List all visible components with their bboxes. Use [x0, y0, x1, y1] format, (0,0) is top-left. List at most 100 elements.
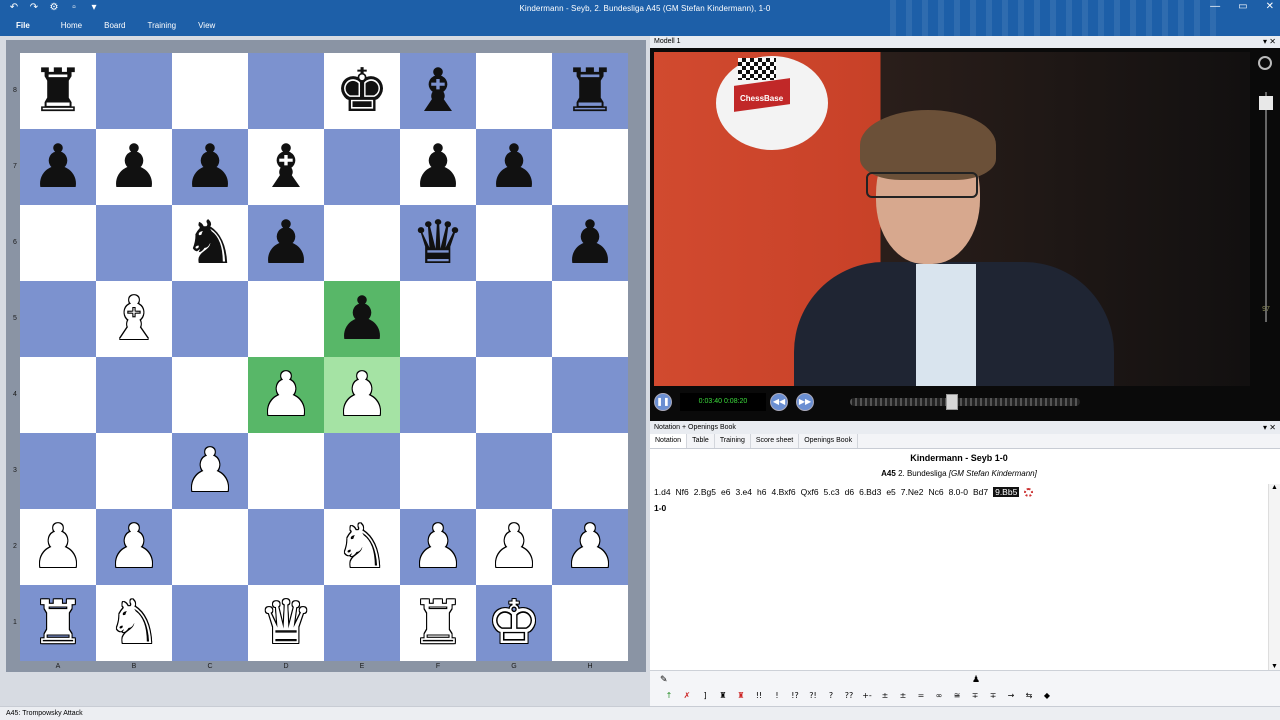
annotation-symbol-button[interactable]: ↑ — [660, 691, 678, 700]
square-e1[interactable] — [324, 585, 400, 661]
square-f6[interactable]: ♛ — [400, 205, 476, 281]
square-g8[interactable] — [476, 53, 552, 129]
annotation-symbol-button[interactable]: ?! — [804, 691, 822, 700]
black-queen-icon[interactable]: ♛ — [400, 205, 476, 281]
move-token[interactable]: 5.c3 — [824, 487, 840, 497]
square-c4[interactable] — [172, 357, 248, 433]
square-f7[interactable]: ♟ — [400, 129, 476, 205]
black-pawn-icon[interactable]: ♟ — [96, 129, 172, 205]
annotation-symbol-button[interactable]: ♜ — [714, 691, 732, 700]
white-knight-icon[interactable]: ♞ — [96, 585, 172, 661]
square-a3[interactable] — [20, 433, 96, 509]
square-a7[interactable]: ♟ — [20, 129, 96, 205]
white-rook-icon[interactable]: ♜ — [20, 585, 96, 661]
tab-notation[interactable]: Notation — [650, 434, 688, 448]
square-f5[interactable] — [400, 281, 476, 357]
notation-panel-controls[interactable]: ▾ ✕ — [1263, 421, 1276, 434]
volume-track[interactable] — [1265, 92, 1267, 322]
black-rook-icon[interactable]: ♜ — [552, 53, 628, 129]
white-pawn-icon[interactable]: ♟ — [400, 509, 476, 585]
square-h6[interactable]: ♟ — [552, 205, 628, 281]
move-token[interactable]: Bd7 — [973, 487, 988, 497]
square-e2[interactable]: ♞ — [324, 509, 400, 585]
black-pawn-icon[interactable]: ♟ — [552, 205, 628, 281]
scroll-down-icon[interactable]: ▼ — [1271, 663, 1278, 670]
annotation-symbol-button[interactable]: = — [912, 691, 930, 700]
white-pawn-icon[interactable]: ♟ — [476, 509, 552, 585]
square-h2[interactable]: ♟ — [552, 509, 628, 585]
square-b6[interactable] — [96, 205, 172, 281]
square-g5[interactable] — [476, 281, 552, 357]
ribbon-tab-training[interactable]: Training — [136, 21, 187, 30]
annotation-symbol-button[interactable]: ∓ — [984, 691, 1002, 700]
move-token[interactable]: 6.Bd3 — [859, 487, 881, 497]
annotation-symbol-button[interactable]: ∞ — [930, 691, 948, 700]
square-g2[interactable]: ♟ — [476, 509, 552, 585]
square-a8[interactable]: ♜ — [20, 53, 96, 129]
square-a6[interactable] — [20, 205, 96, 281]
move-token[interactable]: Qxf6 — [801, 487, 819, 497]
ribbon-tab-home[interactable]: Home — [50, 21, 93, 30]
square-d4[interactable]: ♟ — [248, 357, 324, 433]
square-c6[interactable]: ♞ — [172, 205, 248, 281]
move-token[interactable]: h6 — [757, 487, 766, 497]
move-token[interactable]: e5 — [886, 487, 895, 497]
square-h4[interactable] — [552, 357, 628, 433]
square-e3[interactable] — [324, 433, 400, 509]
square-d3[interactable] — [248, 433, 324, 509]
white-pawn-icon[interactable]: ♟ — [248, 357, 324, 433]
annotation-pawn-icon[interactable]: ♟ — [972, 674, 980, 685]
square-h8[interactable]: ♜ — [552, 53, 628, 129]
speaker-icon[interactable] — [1258, 56, 1272, 70]
square-f4[interactable] — [400, 357, 476, 433]
square-g1[interactable]: ♚ — [476, 585, 552, 661]
annotation-symbol-button[interactable]: ∓ — [966, 691, 984, 700]
move-token[interactable]: 9.Bb5 — [993, 487, 1020, 497]
square-h5[interactable] — [552, 281, 628, 357]
annotation-symbol-button[interactable]: ⇆ — [1020, 691, 1038, 700]
square-a5[interactable] — [20, 281, 96, 357]
square-a2[interactable]: ♟ — [20, 509, 96, 585]
move-token[interactable]: 1.d4 — [654, 487, 671, 497]
square-e4[interactable]: ♟ — [324, 357, 400, 433]
white-pawn-icon[interactable]: ♟ — [172, 433, 248, 509]
square-c5[interactable] — [172, 281, 248, 357]
square-f1[interactable]: ♜ — [400, 585, 476, 661]
move-token[interactable]: d6 — [845, 487, 854, 497]
square-c7[interactable]: ♟ — [172, 129, 248, 205]
move-token[interactable]: 4.Bxf6 — [771, 487, 795, 497]
annotation-symbol-button[interactable]: ± — [894, 691, 912, 700]
square-e6[interactable] — [324, 205, 400, 281]
white-pawn-icon[interactable]: ♟ — [324, 357, 400, 433]
tab-openings-book[interactable]: Openings Book — [799, 434, 859, 448]
move-token[interactable]: 2.Bg5 — [694, 487, 716, 497]
close-button[interactable]: ✕ — [1266, 1, 1274, 12]
move-token[interactable]: 3.e4 — [735, 487, 752, 497]
square-b2[interactable]: ♟ — [96, 509, 172, 585]
square-d1[interactable]: ♛ — [248, 585, 324, 661]
rewind-button[interactable]: ◀◀ — [770, 393, 788, 411]
annotation-symbol-button[interactable]: !! — [750, 691, 768, 700]
ribbon-tab-board[interactable]: Board — [93, 21, 136, 30]
black-pawn-icon[interactable]: ♟ — [400, 129, 476, 205]
square-b5[interactable]: ♝ — [96, 281, 172, 357]
square-d7[interactable]: ♝ — [248, 129, 324, 205]
square-b7[interactable]: ♟ — [96, 129, 172, 205]
tab-training[interactable]: Training — [715, 434, 751, 448]
black-bishop-icon[interactable]: ♝ — [400, 53, 476, 129]
chess-board[interactable]: ♜ ♟ ♟ ♜ ♟ ♝ ♟ ♞ ♟ ♞ ♟ ♝ ♟ ♟ ♛ ♚ ♟ ♟ ♞ ♝ ♟ ♛ ♟ ♜ ♟ ♟ ♚ ♜ ♟ ♟ — [20, 53, 628, 661]
video-panel-controls[interactable]: ▾ ✕ — [1263, 36, 1276, 48]
annotation-symbol-button[interactable]: ] — [696, 691, 714, 700]
square-d8[interactable] — [248, 53, 324, 129]
square-b4[interactable] — [96, 357, 172, 433]
black-bishop-icon[interactable]: ♝ — [248, 129, 324, 205]
annotation-symbol-button[interactable]: +- — [858, 691, 876, 700]
annotation-symbol-button[interactable]: ♜ — [732, 691, 750, 700]
square-g4[interactable] — [476, 357, 552, 433]
square-d2[interactable] — [248, 509, 324, 585]
annotation-symbol-button[interactable]: ◆ — [1038, 691, 1056, 700]
square-e5[interactable]: ♟ — [324, 281, 400, 357]
move-token[interactable]: 8.0-0 — [949, 487, 968, 497]
annotation-symbol-button[interactable]: !? — [786, 691, 804, 700]
square-c2[interactable] — [172, 509, 248, 585]
